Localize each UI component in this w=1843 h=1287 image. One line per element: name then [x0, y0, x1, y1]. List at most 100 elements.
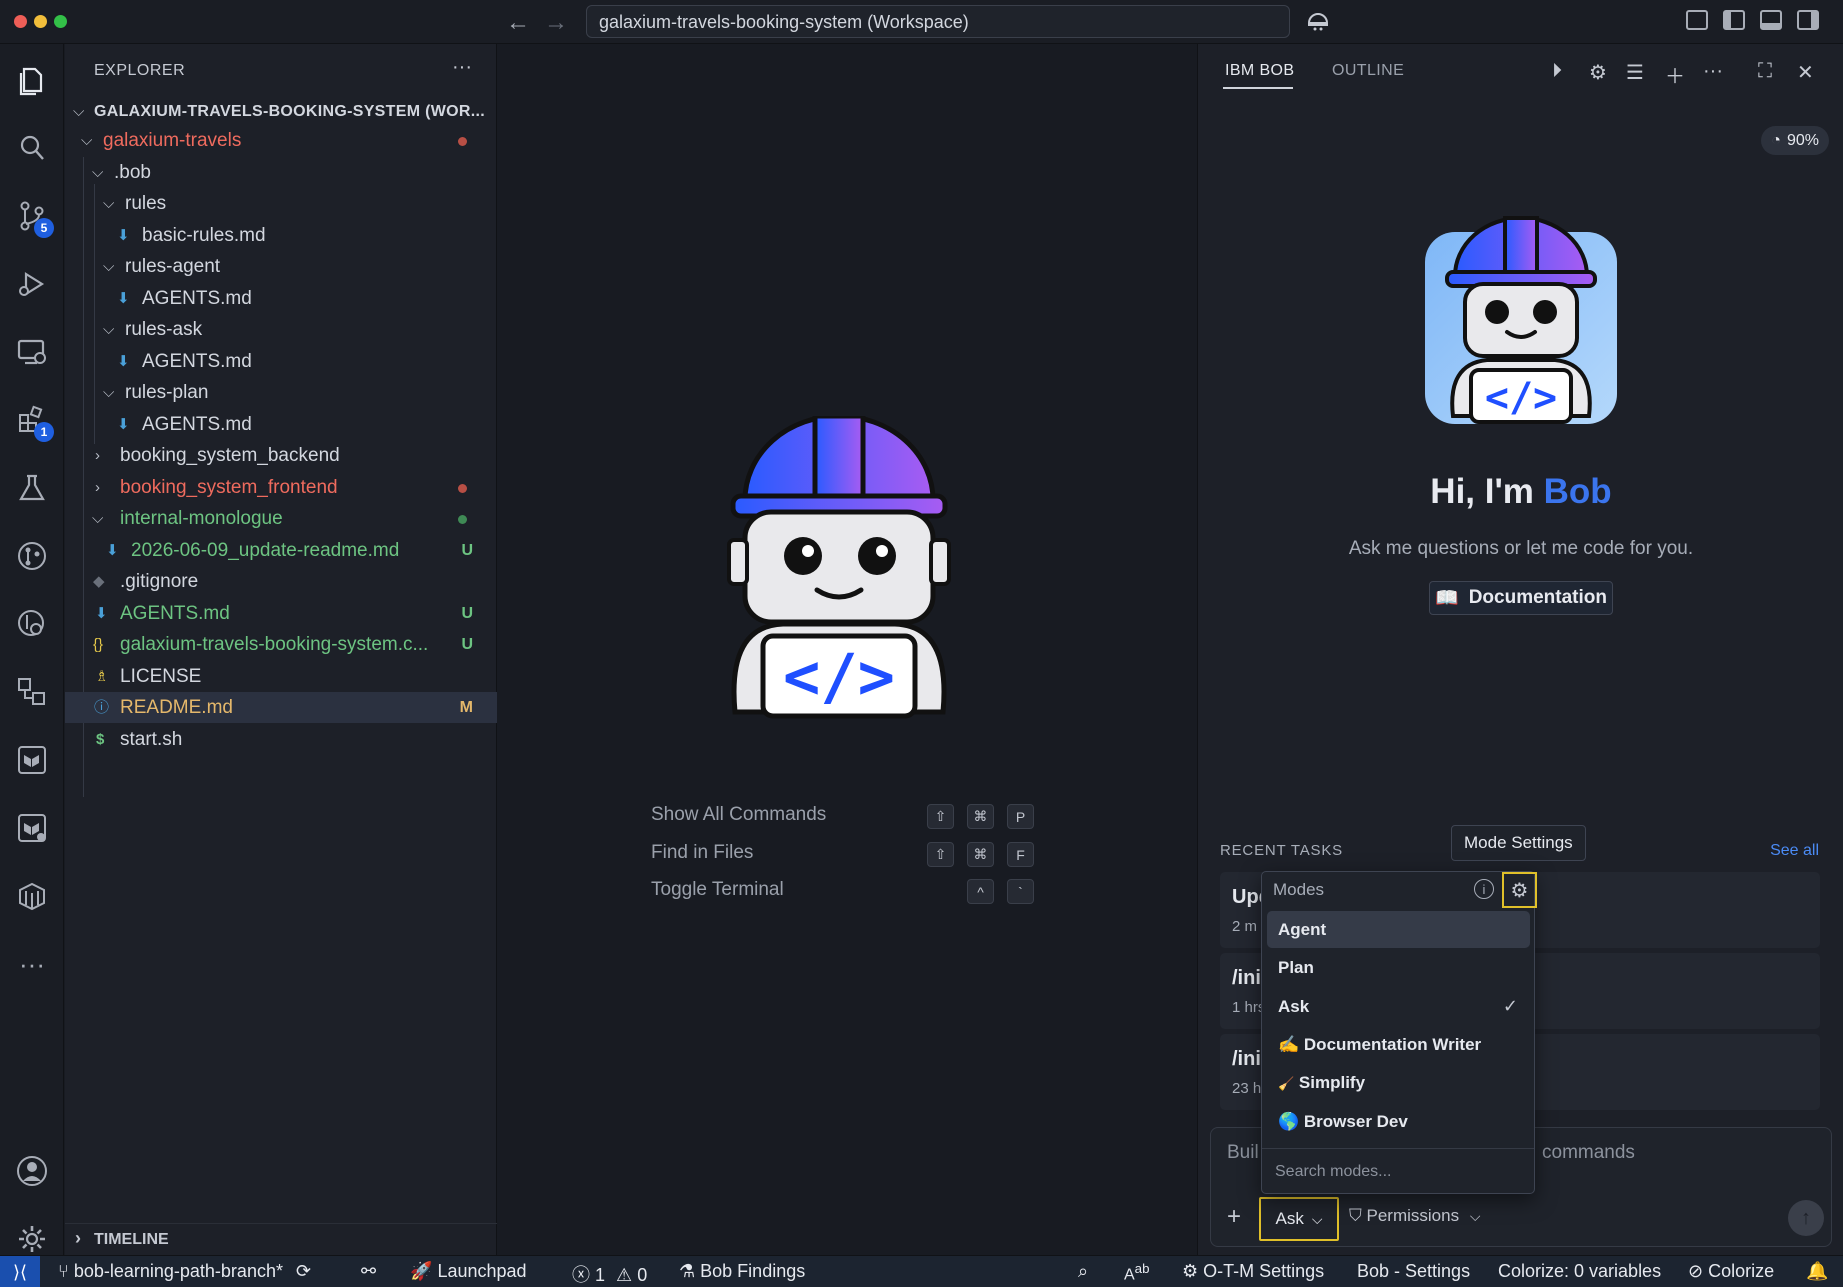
tree-item-bob-folder[interactable]: ⌵ .bob	[65, 157, 497, 188]
source-control-icon[interactable]: 5	[12, 196, 54, 238]
tree-item-booking-backend[interactable]: › booking_system_backend	[65, 440, 497, 471]
colorize-variables-status[interactable]: Colorize: 0 variables	[1498, 1261, 1661, 1282]
chevron-down-icon: ⌵	[103, 384, 115, 401]
toggle-primary-sidebar-icon[interactable]	[1723, 10, 1745, 30]
more-actions-icon[interactable]: ···	[452, 56, 472, 79]
info-icon[interactable]: i	[1474, 879, 1494, 899]
settings-gear-icon[interactable]	[12, 1219, 52, 1259]
forward-arrow-icon[interactable]: →	[544, 9, 568, 37]
spell-check-icon[interactable]: Aab	[1124, 1261, 1150, 1284]
tree-item-booking-frontend[interactable]: › booking_system_frontend	[65, 472, 497, 503]
git-lens-icon[interactable]	[12, 604, 52, 644]
search-icon[interactable]	[12, 128, 52, 168]
tree-item-license[interactable]: ♗ LICENSE	[65, 661, 497, 692]
launchpad-status[interactable]: 🚀 Launchpad	[410, 1261, 527, 1282]
git-graph-icon[interactable]	[12, 536, 52, 576]
tab-ibm-bob[interactable]: IBM BOB	[1225, 62, 1294, 80]
shortcut-show-all-commands[interactable]: Show All Commands ⇧ ⌘ P	[651, 804, 1041, 832]
problems-status[interactable]: ⓧ 1 ⚠ 0	[572, 1261, 647, 1287]
gauge-icon: ◔	[1771, 131, 1781, 149]
markdown-file-icon: ⬇	[117, 416, 130, 433]
minimize-window-button[interactable]	[34, 15, 47, 28]
close-window-button[interactable]	[14, 15, 27, 28]
tree-item-rules[interactable]: ⌵ rules	[65, 188, 497, 219]
command-center[interactable]: galaxium-travels-booking-system (Workspa…	[586, 5, 1290, 38]
source-control-badge: 5	[34, 218, 54, 238]
branch-status[interactable]: ⑂ bob-learning-path-branch* ⟳	[58, 1261, 311, 1282]
new-task-plus-icon[interactable]: ＋	[1665, 60, 1685, 89]
mode-settings-gear-icon[interactable]: ⚙	[1502, 872, 1537, 908]
timeline-section[interactable]: › TIMELINE	[65, 1223, 497, 1255]
bob-robot-logo: </>	[727, 416, 951, 719]
maximize-window-button[interactable]	[54, 15, 67, 28]
mode-item-ask[interactable]: Ask ✓	[1267, 988, 1530, 1025]
explorer-icon[interactable]	[12, 60, 52, 100]
extensions-icon[interactable]: 1	[12, 400, 54, 442]
tree-item-rules-agent[interactable]: ⌵ rules-agent	[65, 251, 497, 282]
svg-text:</>: </>	[1485, 375, 1557, 421]
tree-item-galaxium-travels[interactable]: ⌵ galaxium-travels	[65, 125, 497, 156]
git-compare-icon[interactable]: ⚯	[361, 1261, 376, 1282]
bob-helmet-icon[interactable]	[1306, 9, 1330, 33]
remote-explorer-icon[interactable]	[12, 332, 52, 372]
tree-item-start-sh[interactable]: $ start.sh	[65, 724, 497, 755]
context-usage-badge[interactable]: ◔ 90%	[1761, 126, 1829, 155]
tree-item-agents-md[interactable]: ⬇ AGENTS.md	[65, 346, 497, 377]
containers-icon[interactable]	[12, 876, 52, 916]
customize-layout-icon[interactable]	[1686, 10, 1708, 30]
tree-item-agents-md[interactable]: ⬇ AGENTS.md	[65, 283, 497, 314]
maximize-icon[interactable]: ⛶	[1758, 60, 1772, 83]
tree-item-rules-ask[interactable]: ⌵ rules-ask	[65, 314, 497, 345]
run-debug-icon[interactable]	[12, 264, 52, 304]
tree-item-agents-md[interactable]: ⬇ AGENTS.md	[65, 409, 497, 440]
terraform-icon[interactable]	[12, 740, 52, 780]
tree-item-code-workspace[interactable]: {} galaxium-travels-booking-system.c... …	[65, 629, 497, 660]
mode-item-documentation-writer[interactable]: ✍️ Documentation Writer	[1267, 1026, 1530, 1063]
colorize-status[interactable]: ⊘ Colorize	[1688, 1261, 1774, 1282]
search-modes-input[interactable]: Search modes...	[1262, 1148, 1534, 1194]
terraform-cloud-icon[interactable]	[12, 808, 52, 848]
more-views-icon[interactable]: ···	[12, 944, 52, 984]
tree-item-agents-root[interactable]: ⬇ AGENTS.md U	[65, 598, 497, 629]
tree-item-internal-monologue[interactable]: ⌵ internal-monologue	[65, 503, 497, 534]
documentation-button[interactable]: 📖 Documentation	[1429, 581, 1613, 615]
permissions-selector[interactable]: ⛉ Permissions ⌵	[1349, 1206, 1480, 1226]
play-icon[interactable]: ⏵	[1552, 60, 1562, 83]
checklist-icon[interactable]: ☰	[1626, 60, 1644, 85]
see-all-link[interactable]: See all	[1770, 842, 1819, 860]
mode-item-agent[interactable]: Agent	[1267, 911, 1530, 948]
more-actions-icon[interactable]: ···	[1703, 60, 1723, 83]
back-arrow-icon[interactable]: ←	[506, 9, 530, 37]
mode-item-simplify[interactable]: 🧹 Simplify	[1267, 1064, 1530, 1101]
close-panel-icon[interactable]: ✕	[1797, 60, 1814, 85]
tree-item-basic-rules[interactable]: ⬇ basic-rules.md	[65, 220, 497, 251]
tree-item-rules-plan[interactable]: ⌵ rules-plan	[65, 377, 497, 408]
tree-item-gitignore[interactable]: ◆ .gitignore	[65, 566, 497, 597]
diagram-icon[interactable]	[12, 672, 52, 712]
add-context-plus-icon[interactable]: +	[1227, 1203, 1241, 1231]
chevron-down-icon: ⌵	[103, 195, 115, 212]
toggle-panel-icon[interactable]	[1760, 10, 1782, 30]
tree-item-update-readme[interactable]: ⬇ 2026-06-09_update-readme.md U	[65, 535, 497, 566]
extensions-badge: 1	[34, 422, 54, 442]
tree-item-readme[interactable]: ⓘ README.md M	[65, 692, 497, 723]
bob-settings-status[interactable]: Bob - Settings	[1357, 1261, 1470, 1282]
otm-settings-status[interactable]: ⚙ O-T-M Settings	[1182, 1261, 1324, 1282]
toggle-secondary-sidebar-icon[interactable]	[1797, 10, 1819, 30]
account-icon[interactable]	[12, 1151, 52, 1191]
bob-findings-status[interactable]: ⚗ Bob Findings	[679, 1261, 805, 1282]
remote-indicator-icon[interactable]: ⟩⟨	[0, 1256, 40, 1287]
testing-flask-icon[interactable]	[12, 468, 52, 508]
mode-selector[interactable]: Ask ⌵	[1259, 1197, 1339, 1241]
settings-icon[interactable]: ⚙	[1589, 60, 1607, 85]
notifications-bell-icon[interactable]: 🔔	[1806, 1261, 1828, 1282]
shortcut-find-in-files[interactable]: Find in Files ⇧ ⌘ F	[651, 842, 1041, 870]
tab-outline[interactable]: OUTLINE	[1332, 62, 1404, 80]
flask-icon: ⚗	[679, 1261, 696, 1281]
shortcut-toggle-terminal[interactable]: Toggle Terminal ^ `	[651, 879, 1041, 907]
zoom-icon[interactable]: ⌕	[1078, 1261, 1088, 1282]
workspace-root[interactable]: ⌵ GALAXIUM-TRAVELS-BOOKING-SYSTEM (WOR..…	[65, 96, 497, 127]
send-button[interactable]: ↑	[1788, 1200, 1824, 1236]
mode-item-plan[interactable]: Plan	[1267, 949, 1530, 986]
mode-item-browser-dev[interactable]: 🌎 Browser Dev	[1267, 1103, 1530, 1140]
